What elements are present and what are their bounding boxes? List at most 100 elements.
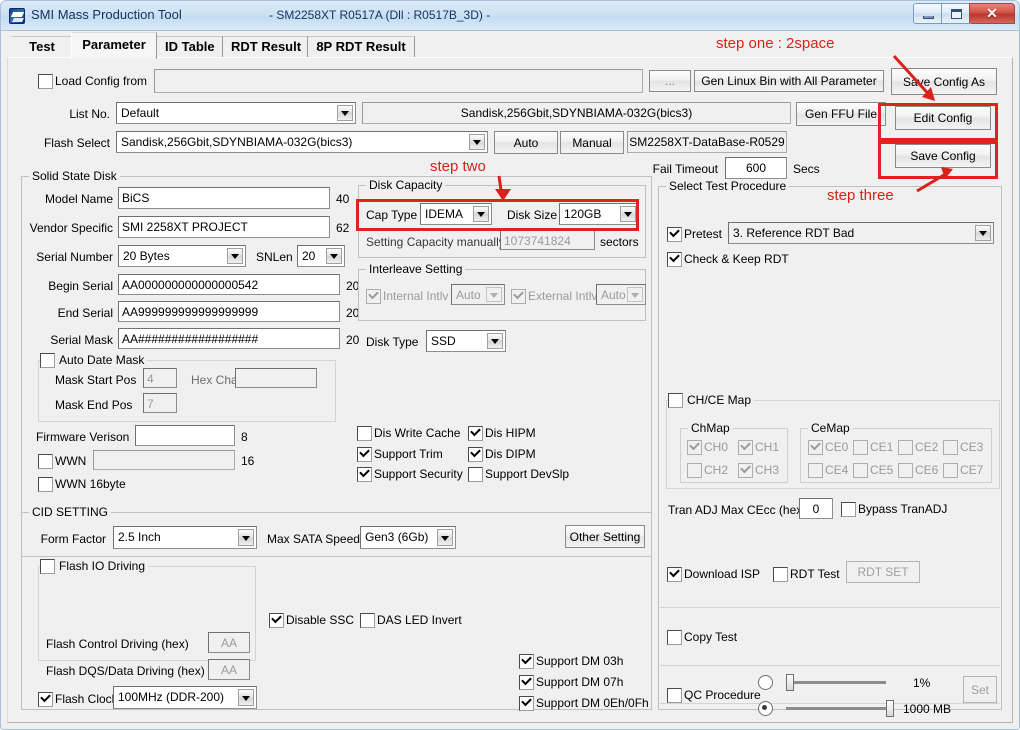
minimize-button[interactable] [913, 3, 942, 24]
serial-number-combo[interactable]: 20 Bytes [118, 245, 246, 267]
save-config-as-button[interactable]: Save Config As [891, 68, 997, 95]
wwn-checkbox[interactable]: WWN [38, 454, 86, 469]
dis-write-cache-checkbox[interactable]: Dis Write Cache [357, 426, 460, 441]
tran-adj-input[interactable]: 0 [799, 498, 833, 519]
disk-type-combo[interactable]: SSD [426, 330, 506, 352]
support-trim-checkbox[interactable]: Support Trim [357, 447, 443, 462]
ch1-checkbox[interactable]: CH1 [738, 440, 779, 455]
ce1-checkbox[interactable]: CE1 [853, 440, 893, 455]
qc-procedure-checkbox[interactable]: QC Procedure [667, 688, 761, 703]
setting-capacity-input[interactable]: 1073741824 [500, 230, 595, 250]
support-devslp-checkbox[interactable]: Support DevSlp [468, 467, 569, 482]
external-intlv-combo[interactable]: Auto [596, 284, 646, 305]
flash-dqs-driving-label: Flash DQS/Data Driving (hex) [46, 664, 205, 678]
auto-button[interactable]: Auto [494, 131, 558, 154]
ch3-checkbox[interactable]: CH3 [738, 463, 779, 478]
gen-linux-bin-button[interactable]: Gen Linux Bin with All Parameter [694, 70, 884, 92]
internal-intlv-checkbox[interactable]: Internal Intlv [366, 289, 448, 304]
gen-ffu-file-button[interactable]: Gen FFU File [796, 102, 886, 126]
ce2-checkbox[interactable]: CE2 [898, 440, 938, 455]
ch0-checkbox[interactable]: CH0 [687, 440, 728, 455]
chevron-down-icon [238, 689, 254, 706]
wwn-16byte-checkbox[interactable]: WWN 16byte [38, 477, 126, 492]
rdt-test-checkbox[interactable]: RDT Test [773, 567, 840, 582]
ce3-checkbox[interactable]: CE3 [943, 440, 983, 455]
tab-id-table[interactable]: ID Table [156, 36, 223, 58]
maximize-button[interactable] [941, 3, 970, 24]
support-security-checkbox[interactable]: Support Security [357, 467, 463, 482]
hex-char-input[interactable] [235, 368, 317, 388]
ce0-checkbox[interactable]: CE0 [808, 440, 848, 455]
begin-serial-input[interactable]: AA000000000000000542 [118, 274, 340, 295]
flash-control-driving-input[interactable]: AA [208, 632, 250, 653]
save-config-button[interactable]: Save Config [895, 144, 991, 168]
disk-size-combo[interactable]: 120GB [559, 203, 639, 225]
disable-ssc-checkbox[interactable]: Disable SSC [269, 613, 354, 628]
dis-hipm-checkbox[interactable]: Dis HIPM [468, 426, 536, 441]
end-serial-input[interactable]: AA999999999999999999 [118, 301, 340, 322]
slider-thumb[interactable] [886, 700, 894, 717]
tab-rdt-result[interactable]: RDT Result [222, 36, 308, 58]
other-setting-button[interactable]: Other Setting [565, 525, 645, 548]
chevron-down-icon [337, 105, 353, 121]
copy-percent-slider[interactable] [786, 673, 886, 693]
check-keep-rdt-checkbox[interactable]: Check & Keep RDT [667, 252, 789, 267]
internal-intlv-combo[interactable]: Auto [451, 284, 505, 305]
manual-button[interactable]: Manual [560, 131, 624, 154]
max-sata-speed-combo[interactable]: Gen3 (6Gb) [360, 526, 456, 549]
external-intlv-checkbox[interactable]: External Intlv [511, 289, 597, 304]
mask-end-pos-input[interactable]: 7 [143, 393, 177, 413]
ce5-checkbox[interactable]: CE5 [853, 463, 893, 478]
snlen-combo[interactable]: 20 [297, 245, 345, 267]
flash-dqs-driving-input[interactable]: AA [208, 659, 250, 680]
pretest-checkbox[interactable]: Pretest [667, 227, 722, 242]
copy-size-radio[interactable] [758, 701, 773, 716]
serial-mask-label: Serial Mask [50, 333, 113, 347]
divider-1 [660, 607, 1000, 608]
ce4-checkbox[interactable]: CE4 [808, 463, 848, 478]
load-config-path-input[interactable] [154, 69, 643, 93]
wwn-input[interactable] [93, 450, 235, 470]
tab-parameter[interactable]: Parameter [71, 32, 157, 59]
model-name-input[interactable]: BiCS [118, 187, 330, 209]
disk-capacity-caption: Disk Capacity [366, 178, 446, 192]
bypass-tranadj-checkbox[interactable]: Bypass TranADJ [841, 502, 947, 517]
firmware-version-input[interactable] [135, 425, 235, 446]
copy-size-slider[interactable] [786, 699, 894, 719]
download-isp-checkbox[interactable]: Download ISP [667, 567, 760, 582]
ce7-checkbox[interactable]: CE7 [943, 463, 983, 478]
support-dm-07h-checkbox[interactable]: Support DM 07h [519, 675, 623, 690]
flash-clock-checkbox[interactable]: Flash Clock [38, 692, 118, 707]
flash-clock-combo[interactable]: 100MHz (DDR-200) [113, 686, 257, 709]
edit-config-button[interactable]: Edit Config [895, 106, 991, 130]
tab-test[interactable]: Test [11, 36, 73, 58]
vendor-specific-input[interactable]: SMI 2258XT PROJECT [118, 216, 330, 238]
tab-8p-rdt-result[interactable]: 8P RDT Result [307, 36, 415, 58]
flash-select-combo[interactable]: Sandisk,256Gbit,SDYNBIAMA-032G(bics3) [116, 131, 488, 153]
cap-type-combo[interactable]: IDEMA [420, 203, 492, 225]
load-config-from-checkbox[interactable]: Load Config from [38, 74, 147, 89]
slider-thumb[interactable] [786, 674, 794, 691]
serial-mask-input[interactable]: AA################## [118, 328, 340, 349]
fail-timeout-input[interactable]: 600 [725, 157, 787, 179]
dis-dipm-checkbox[interactable]: Dis DIPM [468, 447, 536, 462]
close-button[interactable]: ✕ [969, 3, 1015, 24]
internal-intlv-value: Auto [456, 288, 481, 302]
pretest-combo[interactable]: 3. Reference RDT Bad [728, 222, 994, 244]
browse-button[interactable]: ... [649, 70, 691, 92]
das-led-invert-checkbox[interactable]: DAS LED Invert [360, 613, 462, 628]
list-no-combo[interactable]: Default [116, 102, 356, 124]
form-factor-combo[interactable]: 2.5 Inch [113, 526, 257, 549]
ce6-checkbox[interactable]: CE6 [898, 463, 938, 478]
mask-start-pos-input[interactable]: 4 [143, 368, 177, 388]
set-button[interactable]: Set [963, 676, 997, 703]
rdt-set-button[interactable]: RDT SET [846, 561, 920, 583]
support-dm-03h-checkbox[interactable]: Support DM 03h [519, 654, 623, 669]
app-window: SMI Mass Production Tool - SM2258XT R051… [0, 0, 1020, 730]
pretest-value: 3. Reference RDT Bad [733, 226, 855, 240]
close-icon: ✕ [986, 5, 998, 21]
copy-percent-radio[interactable] [758, 675, 773, 690]
ch2-checkbox[interactable]: CH2 [687, 463, 728, 478]
support-dm-0eh-0fh-checkbox[interactable]: Support DM 0Eh/0Fh [519, 696, 649, 711]
copy-test-checkbox[interactable]: Copy Test [667, 630, 737, 645]
